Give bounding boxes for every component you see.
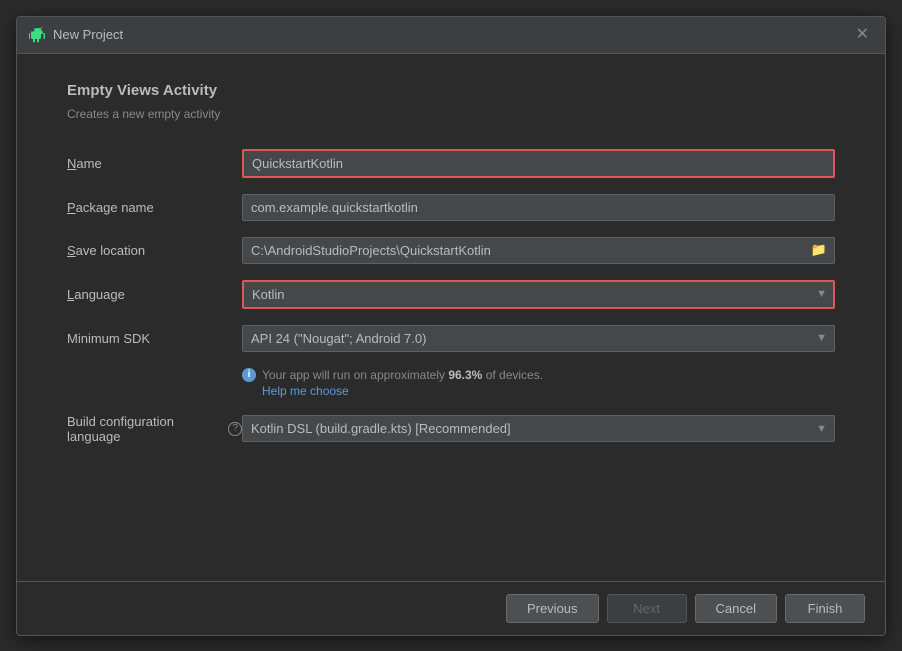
save-location-input[interactable] — [242, 237, 835, 264]
package-name-label: Package name — [67, 200, 242, 215]
build-config-label-wrap: Build configuration language ? — [67, 414, 242, 444]
minimum-sdk-select[interactable]: API 24 ("Nougat"; Android 7.0) — [242, 325, 835, 352]
save-location-row: Save location 📁 — [67, 237, 835, 264]
language-select-wrap: Kotlin Java ▼ — [242, 280, 835, 309]
language-select[interactable]: Kotlin Java — [242, 280, 835, 309]
info-icon: i — [242, 368, 256, 382]
dialog-footer: Previous Next Cancel Finish — [17, 581, 885, 635]
name-label: Name — [67, 156, 242, 171]
section-title: Empty Views Activity — [67, 82, 835, 99]
sdk-info: i Your app will run on approximately 96.… — [242, 368, 835, 398]
build-config-row: Build configuration language ? Kotlin DS… — [67, 414, 835, 444]
sdk-info-text: i Your app will run on approximately 96.… — [242, 368, 835, 382]
build-config-label: Build configuration language ? — [67, 414, 242, 444]
sdk-percent: 96.3% — [448, 368, 482, 382]
minimum-sdk-row: Minimum SDK API 24 ("Nougat"; Android 7.… — [67, 325, 835, 352]
title-bar-left: New Project — [29, 27, 123, 43]
folder-icon[interactable]: 📁 — [811, 242, 827, 258]
name-input[interactable] — [242, 149, 835, 178]
minimum-sdk-select-wrap: API 24 ("Nougat"; Android 7.0) ▼ — [242, 325, 835, 352]
android-icon — [29, 27, 45, 43]
previous-button[interactable]: Previous — [506, 594, 599, 623]
next-button: Next — [607, 594, 687, 623]
build-config-select-wrap: Kotlin DSL (build.gradle.kts) [Recommend… — [242, 415, 835, 442]
package-name-row: Package name — [67, 194, 835, 221]
language-label: Language — [67, 287, 242, 302]
finish-button[interactable]: Finish — [785, 594, 865, 623]
sdk-info-message: Your app will run on approximately 96.3%… — [262, 368, 543, 382]
save-location-input-wrap: 📁 — [242, 237, 835, 264]
dialog-content: Empty Views Activity Creates a new empty… — [17, 54, 885, 581]
build-config-select[interactable]: Kotlin DSL (build.gradle.kts) [Recommend… — [242, 415, 835, 442]
language-row: Language Kotlin Java ▼ — [67, 280, 835, 309]
package-name-input-wrap — [242, 194, 835, 221]
save-location-label: Save location — [67, 243, 242, 258]
build-config-question-icon[interactable]: ? — [228, 422, 242, 436]
name-input-wrap — [242, 149, 835, 178]
close-button[interactable]: ✕ — [852, 25, 873, 45]
title-bar: New Project ✕ — [17, 17, 885, 54]
new-project-dialog: New Project ✕ Empty Views Activity Creat… — [16, 16, 886, 636]
dialog-title: New Project — [53, 27, 123, 42]
cancel-button[interactable]: Cancel — [695, 594, 777, 623]
minimum-sdk-label: Minimum SDK — [67, 331, 242, 346]
help-me-choose-link[interactable]: Help me choose — [262, 384, 835, 398]
package-name-input[interactable] — [242, 194, 835, 221]
section-subtitle: Creates a new empty activity — [67, 107, 835, 121]
name-row: Name — [67, 149, 835, 178]
